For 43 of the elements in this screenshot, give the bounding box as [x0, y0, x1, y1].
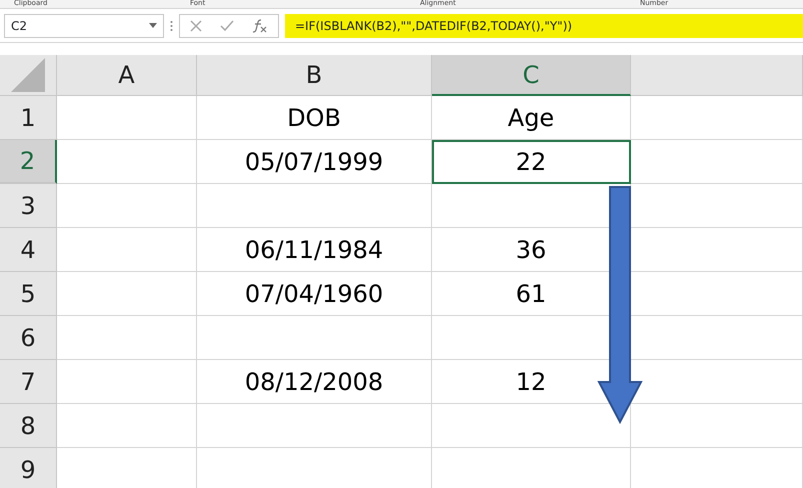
- row-header[interactable]: 4: [0, 228, 57, 272]
- enter-icon[interactable]: [220, 20, 234, 32]
- table-cell[interactable]: [57, 140, 197, 184]
- row-header[interactable]: 5: [0, 272, 57, 316]
- cancel-icon[interactable]: [190, 20, 202, 32]
- table-cell[interactable]: [57, 96, 197, 140]
- column-header[interactable]: B: [197, 55, 432, 96]
- table-cell[interactable]: 08/12/2008: [197, 360, 432, 404]
- table-cell[interactable]: [631, 404, 803, 448]
- column-header[interactable]: A: [57, 55, 197, 96]
- table-cell[interactable]: DOB: [197, 96, 432, 140]
- name-box[interactable]: C2: [4, 14, 164, 38]
- table-cell[interactable]: 06/11/1984: [197, 228, 432, 272]
- table-cell[interactable]: [57, 316, 197, 360]
- table-cell[interactable]: [631, 140, 803, 184]
- column-header[interactable]: [631, 55, 803, 96]
- formula-field[interactable]: =IF(ISBLANK(B2),"",DATEDIF(B2,TODAY(),"Y")): [285, 14, 803, 38]
- table-cell[interactable]: [57, 404, 197, 448]
- table-cell[interactable]: [197, 316, 432, 360]
- table-cell[interactable]: [631, 96, 803, 140]
- select-all-icon[interactable]: [11, 58, 45, 92]
- row-header[interactable]: 8: [0, 404, 57, 448]
- table-cell[interactable]: [197, 184, 432, 228]
- cell-reference: C2: [11, 18, 28, 34]
- table-cell[interactable]: [197, 404, 432, 448]
- table-cell[interactable]: 22: [432, 140, 631, 184]
- grip-icon: [170, 20, 173, 32]
- table-cell[interactable]: Age: [432, 96, 631, 140]
- column-header[interactable]: C: [432, 55, 631, 96]
- table-cell[interactable]: [57, 360, 197, 404]
- dropdown-icon: [149, 23, 157, 28]
- row-header[interactable]: 6: [0, 316, 57, 360]
- row-header[interactable]: 9: [0, 448, 57, 488]
- table-cell[interactable]: 07/04/1960: [197, 272, 432, 316]
- table-cell[interactable]: [57, 272, 197, 316]
- row-header[interactable]: 2: [0, 140, 57, 184]
- table-cell[interactable]: 05/07/1999: [197, 140, 432, 184]
- table-cell[interactable]: [57, 184, 197, 228]
- row-header[interactable]: 1: [0, 96, 57, 140]
- row-header[interactable]: 3: [0, 184, 57, 228]
- insert-function-icon[interactable]: [252, 18, 268, 32]
- row-header[interactable]: 7: [0, 360, 57, 404]
- table-cell[interactable]: [57, 228, 197, 272]
